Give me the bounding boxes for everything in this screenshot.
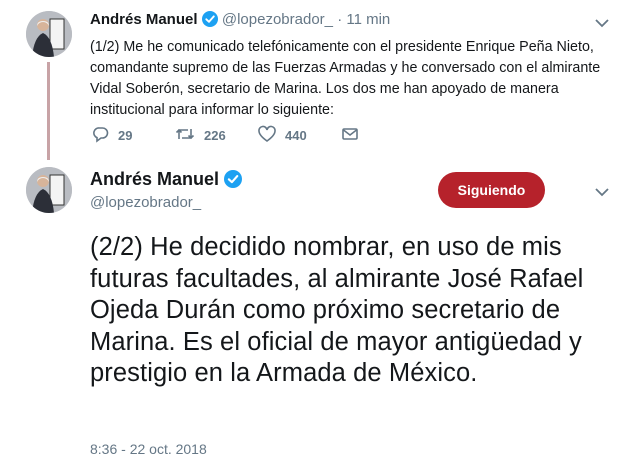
author-handle[interactable]: @lopezobrador_: [90, 194, 201, 211]
tweet-text: (1/2) Me he comunicado telefónicamente c…: [90, 39, 601, 118]
tweet-time[interactable]: 11 min: [346, 11, 390, 28]
reply-icon: [92, 125, 118, 146]
like-button[interactable]: 440: [257, 125, 307, 146]
avatar[interactable]: [26, 11, 72, 57]
reply-count: 29: [118, 128, 133, 143]
like-icon: [257, 125, 285, 146]
direct-message-icon: [341, 125, 367, 146]
verified-badge-icon: [201, 11, 218, 31]
like-count: 440: [285, 128, 307, 143]
avatar[interactable]: [26, 167, 72, 213]
tweet1-header: Andrés Manuel @lopezobrador_ · 11 min: [90, 11, 390, 31]
separator-dot: ·: [337, 11, 343, 28]
retweet-button[interactable]: 226: [174, 125, 226, 146]
author-name[interactable]: Andrés Manuel: [90, 11, 198, 28]
thread-connector: [47, 62, 50, 160]
reply-button[interactable]: 29: [92, 125, 132, 146]
direct-message-button[interactable]: [341, 125, 367, 146]
chevron-down-icon[interactable]: [593, 185, 611, 197]
verified-badge-icon: [224, 170, 243, 193]
author-name[interactable]: Andrés Manuel: [90, 169, 219, 189]
retweet-count: 226: [204, 128, 226, 143]
chevron-down-icon[interactable]: [593, 16, 611, 28]
retweet-icon: [174, 125, 204, 146]
author-handle[interactable]: @lopezobrador_: [222, 11, 333, 28]
following-button[interactable]: Siguiendo: [438, 172, 545, 208]
tweet-text: (2/2) He decidido nombrar, en uso de mis…: [90, 233, 584, 387]
tweet2-header: Andrés Manuel: [90, 169, 243, 193]
tweet-timestamp[interactable]: 8:36 - 22 oct. 2018: [90, 441, 207, 457]
